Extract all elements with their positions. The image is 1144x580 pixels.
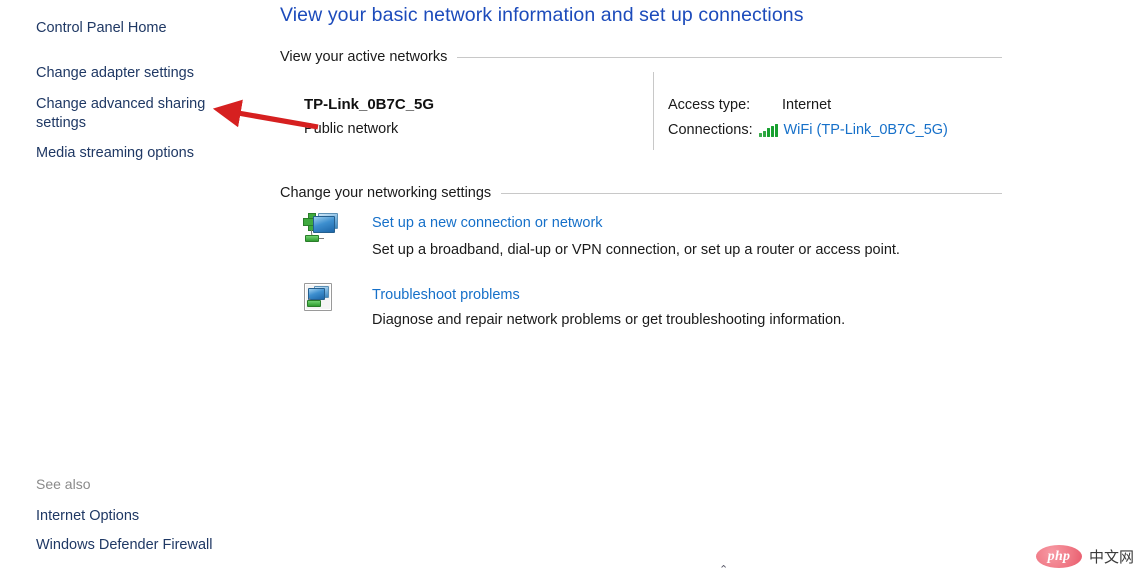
php-logo-icon: php	[1035, 545, 1082, 568]
description-troubleshoot-problems: Diagnose and repair network problems or …	[372, 312, 846, 328]
sidebar-item-internet-options[interactable]: Internet Options	[36, 507, 251, 526]
scroll-up-chevron-icon[interactable]: ⌃	[719, 565, 728, 576]
access-type-label: Access type:	[668, 97, 751, 113]
link-setup-new-connection[interactable]: Set up a new connection or network	[372, 215, 603, 231]
sidebar-item-control-panel-home[interactable]: Control Panel Home	[36, 19, 251, 38]
section-divider-rule	[501, 192, 1002, 194]
watermark: php 中文网	[1035, 545, 1134, 568]
link-troubleshoot-problems[interactable]: Troubleshoot problems	[372, 287, 520, 303]
network-type: Public network	[304, 121, 399, 137]
content-pane: View your basic network information and …	[278, 0, 1144, 580]
active-network-block: TP-Link_0B7C_5G Public network Access ty…	[278, 72, 1000, 152]
see-also-heading: See also	[36, 476, 91, 492]
wifi-signal-bars-icon	[759, 123, 778, 137]
section-heading-change-settings: Change your networking settings	[280, 185, 1002, 201]
connections-label: Connections:	[668, 122, 753, 138]
section-divider-rule	[457, 56, 1002, 58]
sidebar-item-change-adapter-settings[interactable]: Change adapter settings	[36, 64, 251, 83]
connection-link-wifi[interactable]: WiFi (TP-Link_0B7C_5G)	[784, 122, 948, 138]
connections-value: WiFi (TP-Link_0B7C_5G)	[759, 122, 948, 138]
section-heading-active-networks-label: View your active networks	[280, 49, 448, 65]
navigation-pane: Control Panel Home Change adapter settin…	[0, 0, 278, 580]
page-title: View your basic network information and …	[280, 4, 804, 26]
section-heading-active-networks: View your active networks	[280, 49, 1002, 65]
description-setup-new-connection: Set up a broadband, dial-up or VPN conne…	[372, 242, 900, 258]
troubleshoot-icon	[302, 282, 342, 322]
sidebar-item-change-advanced-sharing-settings[interactable]: Change advanced sharing settings	[36, 95, 251, 133]
section-heading-change-settings-label: Change your networking settings	[280, 185, 492, 201]
vertical-divider	[653, 72, 654, 150]
network-name: TP-Link_0B7C_5G	[304, 96, 435, 113]
watermark-label: 中文网	[1088, 548, 1134, 566]
sidebar-item-windows-defender-firewall[interactable]: Windows Defender Firewall	[36, 536, 251, 555]
access-type-value: Internet	[782, 97, 832, 113]
sidebar-item-media-streaming-options[interactable]: Media streaming options	[36, 144, 251, 163]
new-connection-icon	[302, 210, 342, 250]
